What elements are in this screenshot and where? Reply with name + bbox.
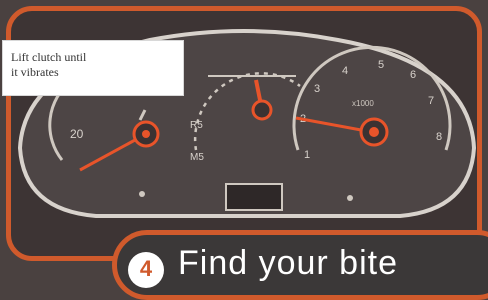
center-needle-hub (251, 99, 273, 121)
digital-display (225, 183, 283, 211)
tach-label: 1 (304, 149, 310, 161)
tach-label: 7 (428, 95, 434, 107)
tach-label: 4 (342, 65, 348, 77)
svg-text:R5: R5 (190, 120, 203, 131)
gauge-label-20: 20 (70, 127, 84, 141)
indicator-dot (347, 195, 353, 201)
callout-line-1: Lift clutch until (11, 50, 87, 64)
svg-text:M5: M5 (190, 152, 204, 163)
instruction-callout: Lift clutch until it vibrates (2, 40, 184, 96)
tach-label: 5 (378, 59, 384, 71)
tach-label: 3 (314, 83, 320, 95)
svg-text:x1000: x1000 (352, 99, 374, 108)
tach-label: 6 (410, 69, 416, 81)
tach-label: 8 (436, 131, 442, 143)
step-title: Find your bite (178, 244, 398, 282)
indicator-dot (139, 191, 145, 197)
step-number-badge: 4 (128, 252, 164, 288)
callout-line-2: it vibrates (11, 65, 59, 79)
